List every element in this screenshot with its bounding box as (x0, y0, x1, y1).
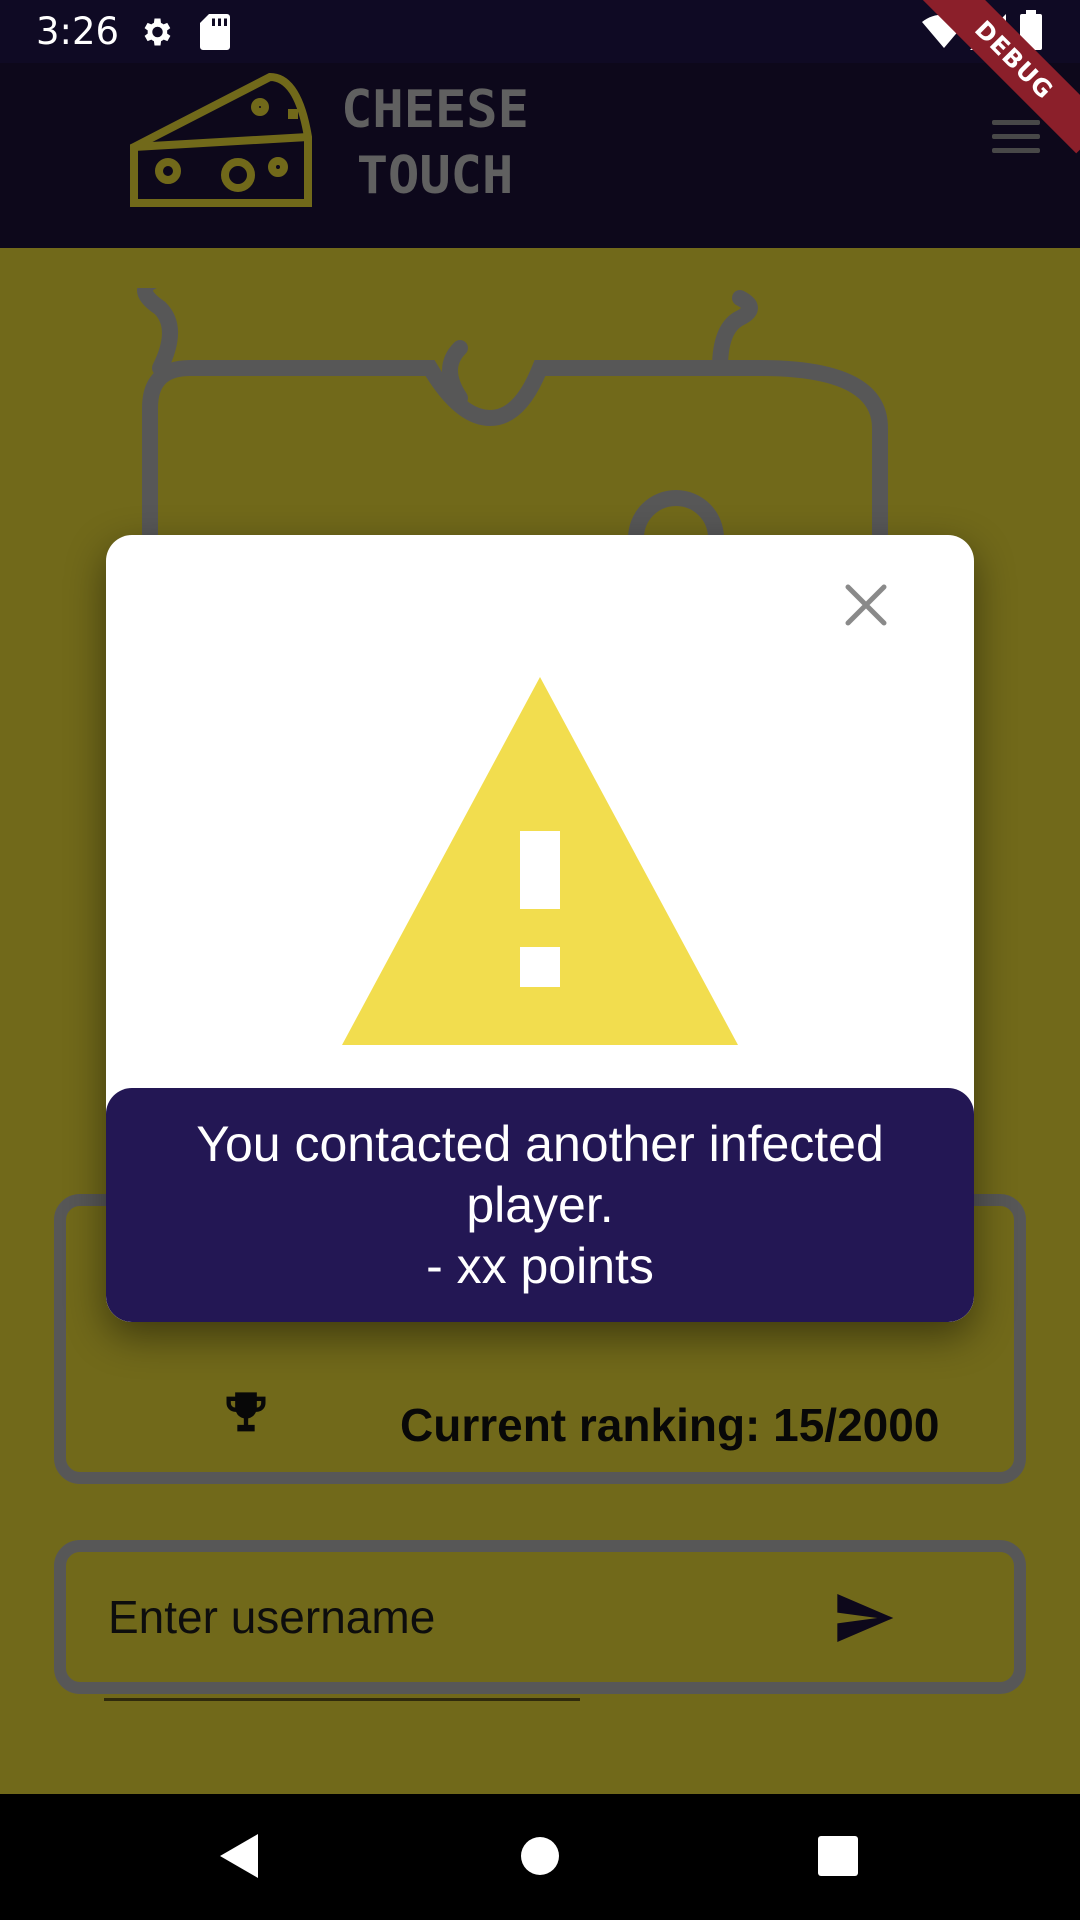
debug-label: DEBUG (920, 0, 1080, 154)
sd-card-icon (200, 14, 230, 55)
debug-banner: DEBUG (920, 0, 1080, 160)
close-button[interactable] (834, 573, 898, 637)
system-nav-bar (0, 1794, 1080, 1920)
settings-icon (138, 14, 174, 55)
home-icon[interactable] (520, 1830, 560, 1887)
status-bar: 3:26 (0, 0, 1080, 63)
warning-triangle-icon (342, 677, 738, 1050)
close-icon (845, 584, 887, 626)
back-icon[interactable] (214, 1830, 262, 1887)
status-time: 3:26 (36, 10, 120, 53)
points-text: - xx points (426, 1238, 654, 1294)
message-line-1: You contacted another infected (196, 1116, 884, 1172)
recents-icon[interactable] (818, 1830, 858, 1887)
infection-alert-dialog: You contacted another infected player. -… (106, 535, 974, 1322)
dialog-message: You contacted another infected player. -… (106, 1088, 974, 1322)
message-line-2: player. (466, 1177, 614, 1233)
